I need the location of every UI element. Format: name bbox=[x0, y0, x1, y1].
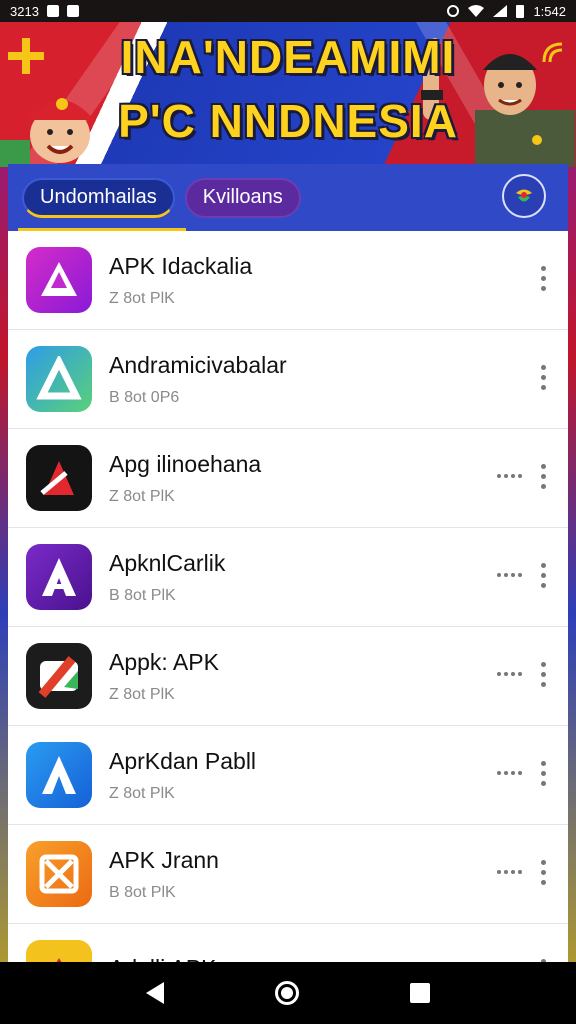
app-name: ApknlCarlik bbox=[109, 549, 226, 576]
more-options-icon[interactable] bbox=[541, 266, 546, 291]
battery-icon bbox=[516, 4, 525, 18]
orange-x-icon bbox=[26, 841, 92, 907]
app-name: Andramicivabalar bbox=[109, 351, 287, 378]
app-meta: B 8ot PlK bbox=[109, 883, 176, 901]
alarm-icon bbox=[447, 5, 460, 17]
list-item[interactable]: APK Jrann B 8ot PlK bbox=[8, 825, 568, 924]
dark-a-icon bbox=[26, 445, 92, 511]
system-navigation-bar bbox=[0, 962, 576, 1024]
more-options-icon[interactable] bbox=[541, 563, 546, 588]
list-item[interactable]: ApknlCarlik B 8ot PlK bbox=[8, 528, 568, 627]
flower-icon bbox=[516, 189, 532, 202]
ellipsis-icon bbox=[497, 474, 522, 478]
more-options-icon[interactable] bbox=[541, 860, 546, 885]
signal-icon bbox=[493, 5, 508, 17]
list-item[interactable]: Apg ilinoehana Z 8ot PlK bbox=[8, 429, 568, 528]
app-name: AprKdan Pabll bbox=[109, 747, 257, 774]
notification-icon bbox=[46, 5, 59, 17]
list-item[interactable]: AprKdan Pabll Z 8ot PlK bbox=[8, 726, 568, 825]
list-item[interactable]: Appk: APK Z 8ot PlK bbox=[8, 627, 568, 726]
app-meta: Z 8ot PlK bbox=[109, 784, 175, 802]
tabs-bar: Undomhailas Kvilloans bbox=[8, 164, 568, 231]
blue-a-icon bbox=[26, 742, 92, 808]
ellipsis-icon bbox=[497, 573, 522, 577]
list-item[interactable]: Andramicivabalar B 8ot 0P6 bbox=[8, 330, 568, 429]
app-name: APK Jrann bbox=[109, 846, 219, 873]
app-meta: Z 8ot PlK bbox=[109, 289, 175, 307]
app-meta: B 8ot PlK bbox=[109, 586, 176, 604]
more-options-icon[interactable] bbox=[541, 464, 546, 489]
more-options-icon[interactable] bbox=[541, 761, 546, 786]
list-item[interactable]: APK Idackalia Z 8ot PlK bbox=[8, 231, 568, 330]
status-bar: 3213 1:542 bbox=[0, 0, 576, 22]
pink-a-icon bbox=[26, 247, 92, 313]
notification-icon-2 bbox=[66, 5, 79, 17]
ellipsis-icon bbox=[497, 771, 522, 775]
app-name: Apg ilinoehana bbox=[109, 450, 262, 477]
status-time-left: 3213 bbox=[10, 3, 39, 19]
tab-kvilloans[interactable]: Kvilloans bbox=[184, 177, 301, 218]
app-name: Appk: APK bbox=[109, 648, 219, 675]
app-list: APK Idackalia Z 8ot PlK Andramicivabalar… bbox=[8, 231, 568, 964]
list-item[interactable]: Adalli APK bbox=[8, 924, 568, 964]
app-name: APK Idackalia bbox=[109, 252, 253, 279]
purple-a-icon bbox=[26, 544, 92, 610]
status-time-right: 1:542 bbox=[533, 3, 566, 19]
more-options-icon[interactable] bbox=[541, 662, 546, 687]
app-meta: Z 8ot PlK bbox=[109, 487, 175, 505]
tab-undomhailas[interactable]: Undomhailas bbox=[22, 177, 175, 218]
app-meta: Z 8ot PlK bbox=[109, 685, 175, 703]
ellipsis-icon bbox=[497, 672, 522, 676]
banner-title-line1: INA'NDEAMIMI bbox=[120, 31, 456, 83]
camera-a-icon bbox=[26, 643, 92, 709]
wifi-icon bbox=[468, 5, 485, 17]
app-list-card: Undomhailas Kvilloans APK Idackalia Z 8o… bbox=[8, 164, 568, 964]
app-meta: B 8ot 0P6 bbox=[109, 388, 180, 406]
ellipsis-icon bbox=[497, 870, 522, 874]
yellow-icon bbox=[26, 940, 92, 964]
banner-title-line2: P'C NNDNESIA bbox=[118, 95, 458, 147]
gradient-a-icon bbox=[26, 346, 92, 412]
recent-apps-icon[interactable] bbox=[410, 983, 431, 1003]
back-icon[interactable] bbox=[145, 982, 164, 1004]
promo-banner: INA'NDEAMIMI P'C NNDNESIA bbox=[0, 22, 576, 167]
home-icon[interactable] bbox=[274, 981, 299, 1005]
more-options-icon[interactable] bbox=[541, 365, 546, 390]
filter-button[interactable] bbox=[502, 174, 546, 218]
